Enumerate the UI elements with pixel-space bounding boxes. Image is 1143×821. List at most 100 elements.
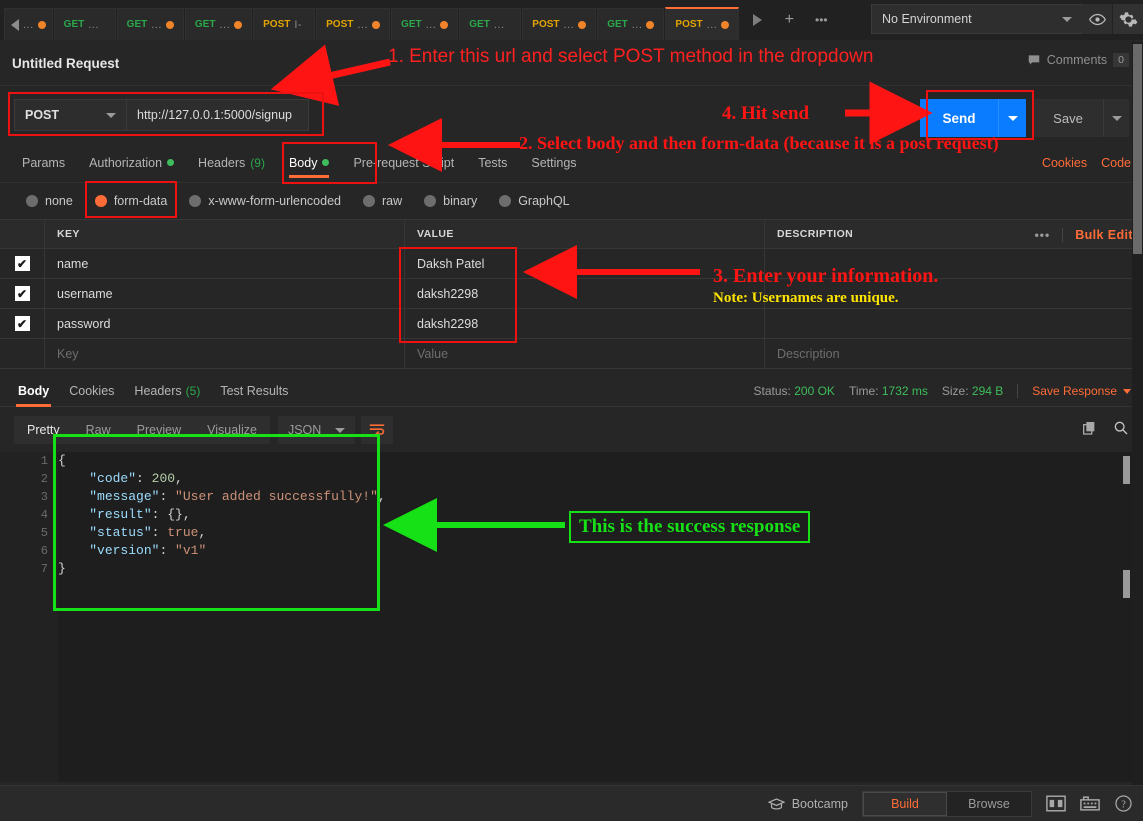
environment-quick-look-button[interactable] bbox=[1082, 4, 1112, 34]
new-tab-button[interactable]: + bbox=[774, 5, 804, 35]
row-key-cell[interactable]: username bbox=[45, 279, 405, 308]
request-tab[interactable]: ... bbox=[4, 8, 53, 40]
save-response-button[interactable]: Save Response bbox=[1032, 384, 1131, 398]
browse-tab[interactable]: Browse bbox=[947, 792, 1031, 816]
save-options-button[interactable] bbox=[1103, 99, 1129, 137]
request-tab-headers[interactable]: Headers (9) bbox=[186, 143, 277, 183]
radio-icon[interactable] bbox=[26, 195, 38, 207]
table-row[interactable]: ✔ username daksh2298 bbox=[0, 278, 1143, 309]
body-type-label: x-www-form-urlencoded bbox=[208, 194, 341, 208]
save-button[interactable]: Save bbox=[1033, 99, 1129, 137]
radio-icon[interactable] bbox=[189, 195, 202, 207]
gear-icon bbox=[1119, 11, 1137, 27]
response-section-tabs[interactable]: Body Cookies Headers (5) Test Results Status… bbox=[0, 376, 1143, 407]
row-checkbox-cell[interactable] bbox=[0, 339, 45, 368]
help-button[interactable]: ? bbox=[1114, 794, 1133, 813]
request-tab-params[interactable]: Params bbox=[10, 143, 77, 183]
request-tab[interactable]: GET... bbox=[116, 8, 184, 40]
request-tab[interactable]: GET... bbox=[184, 8, 253, 40]
help-icon: ? bbox=[1115, 795, 1132, 812]
body-type-x-www-form-urlencoded[interactable]: x-www-form-urlencoded bbox=[181, 190, 349, 212]
row-description-cell[interactable] bbox=[765, 309, 1143, 338]
row-description-cell[interactable] bbox=[765, 279, 1143, 308]
request-tab[interactable]: POST... bbox=[316, 8, 391, 40]
radio-icon[interactable] bbox=[363, 195, 375, 207]
request-tab[interactable]: POST I- bbox=[253, 8, 316, 40]
run-collection-button[interactable] bbox=[742, 5, 772, 35]
row-description-cell[interactable] bbox=[765, 249, 1143, 278]
new-description-input[interactable]: Description bbox=[765, 339, 1143, 368]
annotation-box-body-tab bbox=[282, 142, 377, 184]
request-section-tabs[interactable]: Params Authorization Headers (9) Body Pre-req… bbox=[0, 143, 1143, 183]
table-row[interactable]: ✔ password daksh2298 bbox=[0, 308, 1143, 339]
body-type-raw[interactable]: raw bbox=[355, 190, 410, 212]
response-tab-test-results[interactable]: Test Results bbox=[210, 376, 298, 407]
radio-icon[interactable] bbox=[424, 195, 437, 207]
response-tab-cookies[interactable]: Cookies bbox=[59, 376, 124, 407]
copy-button[interactable] bbox=[1081, 420, 1097, 441]
request-tab-strip[interactable]: ... GET... GET... GET... POST I- POST... GET...… bbox=[0, 0, 740, 40]
new-value-input[interactable]: Value bbox=[405, 339, 765, 368]
settings-button[interactable] bbox=[1113, 4, 1143, 34]
code-link[interactable]: Code bbox=[1101, 156, 1131, 170]
main-scrollbar-track[interactable] bbox=[1132, 42, 1143, 785]
eye-icon bbox=[1088, 13, 1106, 25]
request-right-links[interactable]: Cookies Code bbox=[1042, 156, 1131, 170]
row-checkbox-cell[interactable]: ✔ bbox=[0, 279, 45, 308]
request-tab[interactable]: POST... bbox=[665, 7, 740, 40]
new-key-input[interactable]: Key bbox=[45, 339, 405, 368]
line-number: 2 bbox=[40, 472, 48, 486]
build-browse-toggle[interactable]: Build Browse bbox=[862, 790, 1032, 817]
row-checkbox-cell[interactable]: ✔ bbox=[0, 309, 45, 338]
table-more-icon[interactable]: ••• bbox=[1035, 228, 1051, 242]
bootcamp-button[interactable]: Bootcamp bbox=[767, 797, 848, 811]
build-tab[interactable]: Build bbox=[863, 791, 947, 816]
row-key-cell[interactable]: name bbox=[45, 249, 405, 278]
cookies-link[interactable]: Cookies bbox=[1042, 156, 1087, 170]
code-scrollbar-thumb-top[interactable] bbox=[1123, 456, 1130, 484]
request-tab[interactable]: GET... bbox=[53, 8, 116, 40]
row-checkbox-cell[interactable]: ✔ bbox=[0, 249, 45, 278]
request-tab-settings[interactable]: Settings bbox=[519, 143, 588, 183]
search-button[interactable] bbox=[1113, 420, 1129, 441]
status-footer: Bootcamp Build Browse ? bbox=[0, 785, 1143, 821]
tab-more-button[interactable]: ••• bbox=[806, 5, 836, 35]
checkbox-icon[interactable]: ✔ bbox=[14, 316, 30, 331]
response-tab-body[interactable]: Body bbox=[8, 376, 59, 407]
chevron-down-icon bbox=[1062, 16, 1072, 22]
line-number-gutter: 1 2 3 4 5 6 7 bbox=[0, 452, 58, 782]
body-type-binary[interactable]: binary bbox=[416, 190, 485, 212]
radio-icon[interactable] bbox=[499, 195, 512, 207]
table-header-row: KEY VALUE DESCRIPTION ••• Bulk Edit bbox=[0, 219, 1143, 249]
code-scrollbar-track[interactable] bbox=[1122, 452, 1131, 782]
checkbox-icon[interactable]: ✔ bbox=[14, 286, 30, 301]
console-icon bbox=[1080, 796, 1100, 811]
body-type-none[interactable]: none bbox=[18, 190, 81, 212]
form-data-table: KEY VALUE DESCRIPTION ••• Bulk Edit ✔ nam… bbox=[0, 219, 1143, 369]
console-button[interactable] bbox=[1080, 795, 1100, 812]
main-scrollbar-thumb[interactable] bbox=[1133, 44, 1142, 254]
checkbox-icon[interactable]: ✔ bbox=[14, 256, 30, 271]
request-tab[interactable]: GET... bbox=[391, 8, 459, 40]
select-all-cell[interactable] bbox=[0, 220, 45, 248]
response-tab-headers[interactable]: Headers (5) bbox=[124, 376, 210, 407]
status-value: 200 OK bbox=[794, 384, 835, 398]
table-row[interactable]: ✔ name Daksh Patel bbox=[0, 248, 1143, 279]
request-tab[interactable]: POST... bbox=[522, 8, 597, 40]
table-row-placeholder[interactable]: Key Value Description bbox=[0, 338, 1143, 369]
request-tab-authorization[interactable]: Authorization bbox=[77, 143, 186, 183]
request-tab[interactable]: GET... bbox=[459, 8, 522, 40]
bulk-edit-button[interactable]: Bulk Edit bbox=[1075, 228, 1133, 242]
bootcamp-icon bbox=[767, 797, 785, 810]
request-tab-tests[interactable]: Tests bbox=[466, 143, 519, 183]
back-arrow-icon[interactable] bbox=[11, 18, 19, 31]
environment-select[interactable]: No Environment bbox=[871, 4, 1083, 34]
annotation-box-formdata bbox=[85, 181, 177, 218]
environment-selected-label: No Environment bbox=[882, 12, 972, 26]
comments-button[interactable]: Comments 0 bbox=[1027, 53, 1129, 67]
body-type-GraphQL[interactable]: GraphQL bbox=[491, 190, 577, 212]
request-tab[interactable]: GET... bbox=[597, 8, 665, 40]
row-key-cell[interactable]: password bbox=[45, 309, 405, 338]
code-scrollbar-thumb-bottom[interactable] bbox=[1123, 570, 1130, 598]
layout-toggle-button[interactable] bbox=[1046, 795, 1066, 812]
